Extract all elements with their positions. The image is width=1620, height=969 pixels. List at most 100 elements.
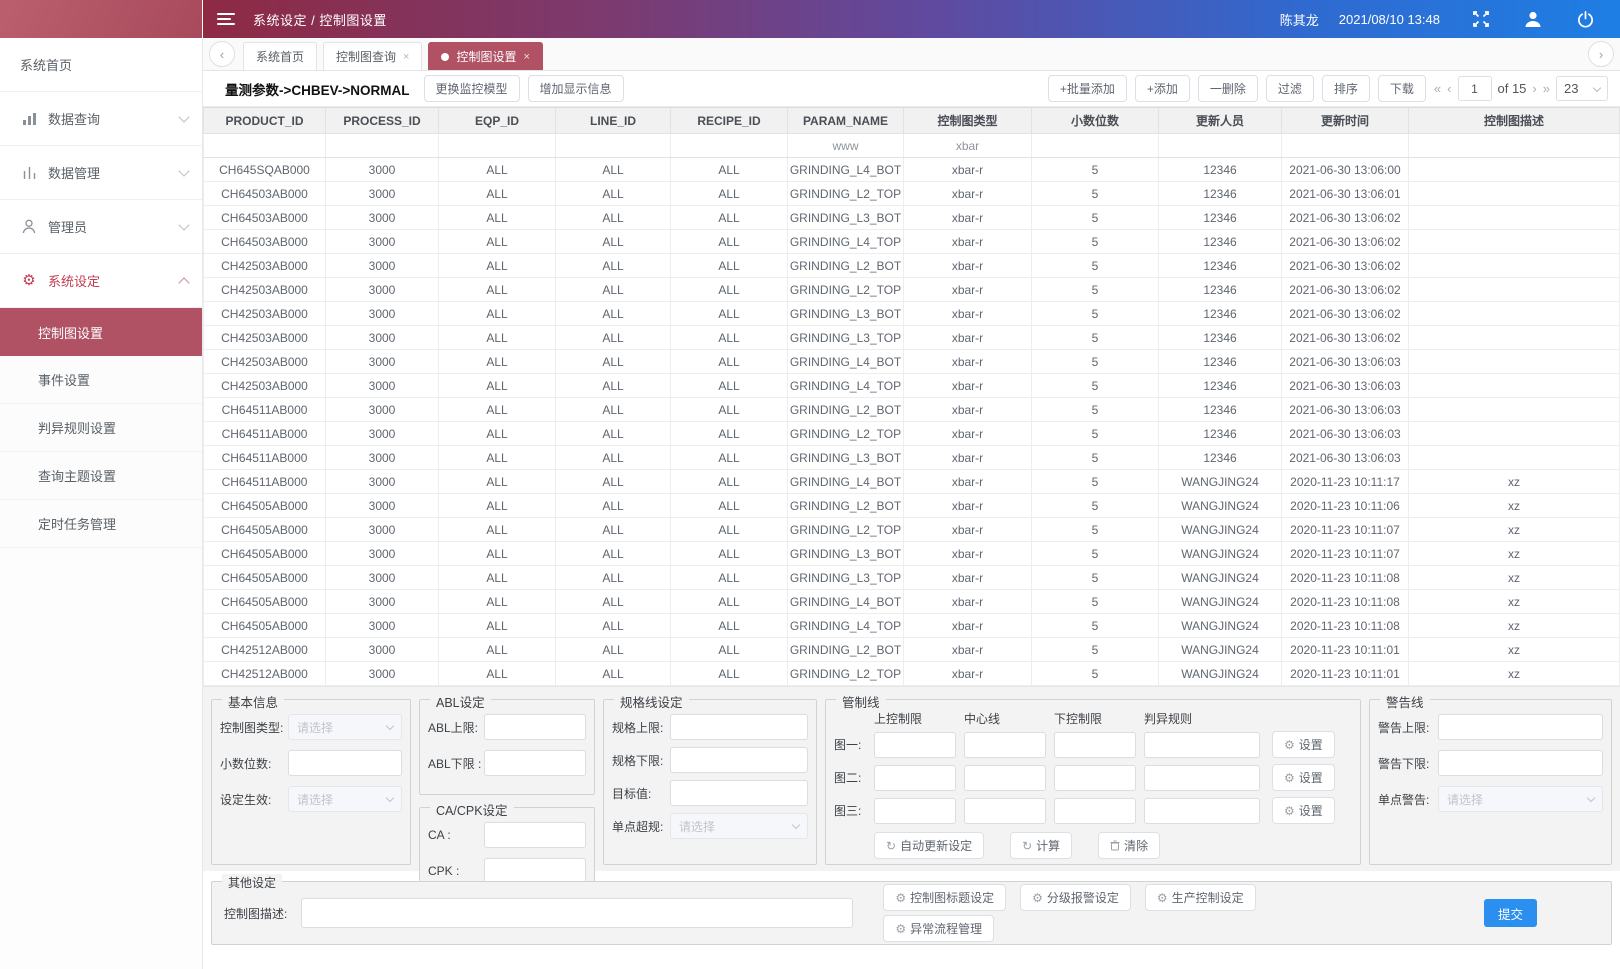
column-header[interactable]: RECIPE_ID — [671, 108, 788, 134]
column-header[interactable]: 小数位数 — [1032, 108, 1159, 134]
spec-upper-input[interactable] — [670, 714, 808, 740]
filter-cell[interactable] — [1409, 134, 1620, 158]
menu-toggle-icon[interactable] — [217, 13, 235, 25]
filter-cell[interactable] — [326, 134, 439, 158]
column-header[interactable]: PROCESS_ID — [326, 108, 439, 134]
spec-lower-input[interactable] — [670, 747, 808, 773]
abl-lower-input[interactable] — [484, 750, 586, 776]
tab-1[interactable]: 控制图查询× — [323, 42, 422, 70]
table-row[interactable]: CH64505AB0003000ALLALLALLGRINDING_L4_TOP… — [204, 614, 1620, 638]
filter-cell[interactable]: xbar — [904, 134, 1032, 158]
table-row[interactable]: CH64511AB0003000ALLALLALLGRINDING_L2_TOP… — [204, 422, 1620, 446]
table-row[interactable]: CH42512AB0003000ALLALLALLGRINDING_L2_TOP… — [204, 662, 1620, 686]
filter-cell[interactable] — [439, 134, 556, 158]
lcl-input[interactable] — [1054, 798, 1136, 824]
add-display-info-button[interactable]: 增加显示信息 — [528, 75, 624, 102]
table-row[interactable]: CH64511AB0003000ALLALLALLGRINDING_L2_BOT… — [204, 398, 1620, 422]
filter-cell[interactable] — [1282, 134, 1409, 158]
sidebar-subitem-0[interactable]: 控制图设置 — [0, 308, 202, 356]
table-row[interactable]: CH64503AB0003000ALLALLALLGRINDING_L2_TOP… — [204, 182, 1620, 206]
rule-set-button[interactable]: ⚙设置 — [1272, 797, 1335, 824]
last-page-icon[interactable]: » — [1543, 81, 1550, 96]
table-row[interactable]: CH64505AB0003000ALLALLALLGRINDING_L4_BOT… — [204, 590, 1620, 614]
table-row[interactable]: CH42503AB0003000ALLALLALLGRINDING_L3_TOP… — [204, 326, 1620, 350]
column-header[interactable]: 控制图类型 — [904, 108, 1032, 134]
effective-select[interactable]: 请选择 — [288, 786, 402, 812]
table-row[interactable]: CH64505AB0003000ALLALLALLGRINDING_L3_TOP… — [204, 566, 1620, 590]
add-button[interactable]: +添加 — [1135, 75, 1190, 102]
table-row[interactable]: CH64505AB0003000ALLALLALLGRINDING_L2_BOT… — [204, 494, 1620, 518]
rule-set-button[interactable]: ⚙设置 — [1272, 764, 1335, 791]
table-row[interactable]: CH42503AB0003000ALLALLALLGRINDING_L3_BOT… — [204, 302, 1620, 326]
center-line-input[interactable] — [964, 765, 1046, 791]
prev-page-icon[interactable]: ‹ — [1447, 81, 1451, 96]
center-line-input[interactable] — [964, 798, 1046, 824]
first-page-icon[interactable]: « — [1434, 81, 1441, 96]
page-size-select[interactable]: 23 — [1556, 76, 1608, 101]
warning-lower-input[interactable] — [1438, 750, 1603, 776]
batch-add-button[interactable]: +批量添加 — [1048, 75, 1127, 102]
next-page-icon[interactable]: › — [1532, 81, 1536, 96]
table-row[interactable]: CH64503AB0003000ALLALLALLGRINDING_L4_TOP… — [204, 230, 1620, 254]
filter-cell[interactable] — [1032, 134, 1159, 158]
tabs-scroll-left-icon[interactable]: ‹ — [209, 41, 235, 67]
delete-button[interactable]: 一删除 — [1198, 75, 1258, 102]
table-row[interactable]: CH64511AB0003000ALLALLALLGRINDING_L3_BOT… — [204, 446, 1620, 470]
filter-cell[interactable] — [671, 134, 788, 158]
tab-2[interactable]: 控制图设置× — [428, 42, 542, 70]
sort-button[interactable]: 排序 — [1322, 75, 1370, 102]
sidebar-item-0[interactable]: 系统首页 — [0, 38, 202, 92]
judge-rule-input[interactable] — [1144, 798, 1260, 824]
ca-input[interactable] — [484, 822, 586, 848]
table-row[interactable]: CH64511AB0003000ALLALLALLGRINDING_L4_BOT… — [204, 470, 1620, 494]
column-header[interactable]: LINE_ID — [556, 108, 671, 134]
table-row[interactable]: CH42503AB0003000ALLALLALLGRINDING_L2_TOP… — [204, 278, 1620, 302]
clear-button[interactable]: 清除 — [1098, 832, 1160, 859]
page-number-input[interactable] — [1458, 76, 1492, 101]
table-row[interactable]: CH64503AB0003000ALLALLALLGRINDING_L3_BOT… — [204, 206, 1620, 230]
table-row[interactable]: CH64505AB0003000ALLALLALLGRINDING_L2_TOP… — [204, 518, 1620, 542]
single-point-oos-select[interactable]: 请选择 — [670, 813, 808, 839]
table-row[interactable]: CH42512AB0003000ALLALLALLGRINDING_L2_BOT… — [204, 638, 1620, 662]
table-row[interactable]: CH42503AB0003000ALLALLALLGRINDING_L4_BOT… — [204, 350, 1620, 374]
power-icon[interactable] — [1574, 8, 1596, 30]
sidebar-subitem-4[interactable]: 定时任务管理 — [0, 500, 202, 548]
table-row[interactable]: CH645SQAB0003000ALLALLALLGRINDING_L4_BOT… — [204, 158, 1620, 182]
single-point-warning-select[interactable]: 请选择 — [1438, 786, 1603, 812]
judge-rule-input[interactable] — [1144, 765, 1260, 791]
center-line-input[interactable] — [964, 732, 1046, 758]
download-button[interactable]: 下载 — [1378, 75, 1426, 102]
lcl-input[interactable] — [1054, 732, 1136, 758]
sidebar-subitem-1[interactable]: 事件设置 — [0, 356, 202, 404]
ucl-input[interactable] — [874, 798, 956, 824]
calculate-button[interactable]: ↻计算 — [1010, 832, 1072, 859]
sidebar-subitem-2[interactable]: 判异规则设置 — [0, 404, 202, 452]
chart-title-setting-button[interactable]: ⚙控制图标题设定 — [883, 884, 1006, 911]
column-header[interactable]: 控制图描述 — [1409, 108, 1620, 134]
change-monitor-model-button[interactable]: 更换监控模型 — [424, 75, 520, 102]
filter-button[interactable]: 过滤 — [1266, 75, 1314, 102]
sidebar-item-4[interactable]: ⚙系统设定 — [0, 254, 202, 308]
close-tab-icon[interactable]: × — [403, 51, 409, 63]
sidebar-item-3[interactable]: 管理员 — [0, 200, 202, 254]
ucl-input[interactable] — [874, 732, 956, 758]
column-header[interactable]: EQP_ID — [439, 108, 556, 134]
filter-cell[interactable] — [556, 134, 671, 158]
column-header[interactable]: PRODUCT_ID — [204, 108, 326, 134]
tabs-scroll-right-icon[interactable]: › — [1588, 41, 1614, 67]
auto-update-button[interactable]: ↻自动更新设定 — [874, 832, 984, 859]
target-value-input[interactable] — [670, 780, 808, 806]
judge-rule-input[interactable] — [1144, 732, 1260, 758]
filter-cell[interactable] — [204, 134, 326, 158]
column-header[interactable]: 更新时间 — [1282, 108, 1409, 134]
user-profile-icon[interactable] — [1522, 8, 1544, 30]
fullscreen-icon[interactable] — [1470, 8, 1492, 30]
abl-upper-input[interactable] — [484, 714, 586, 740]
warning-upper-input[interactable] — [1438, 714, 1603, 740]
sidebar-item-2[interactable]: 数据管理 — [0, 146, 202, 200]
decimals-input[interactable] — [288, 750, 402, 776]
production-control-setting-button[interactable]: ⚙生产控制设定 — [1145, 884, 1256, 911]
ucl-input[interactable] — [874, 765, 956, 791]
close-tab-icon[interactable]: × — [523, 51, 529, 63]
filter-cell[interactable] — [1159, 134, 1282, 158]
